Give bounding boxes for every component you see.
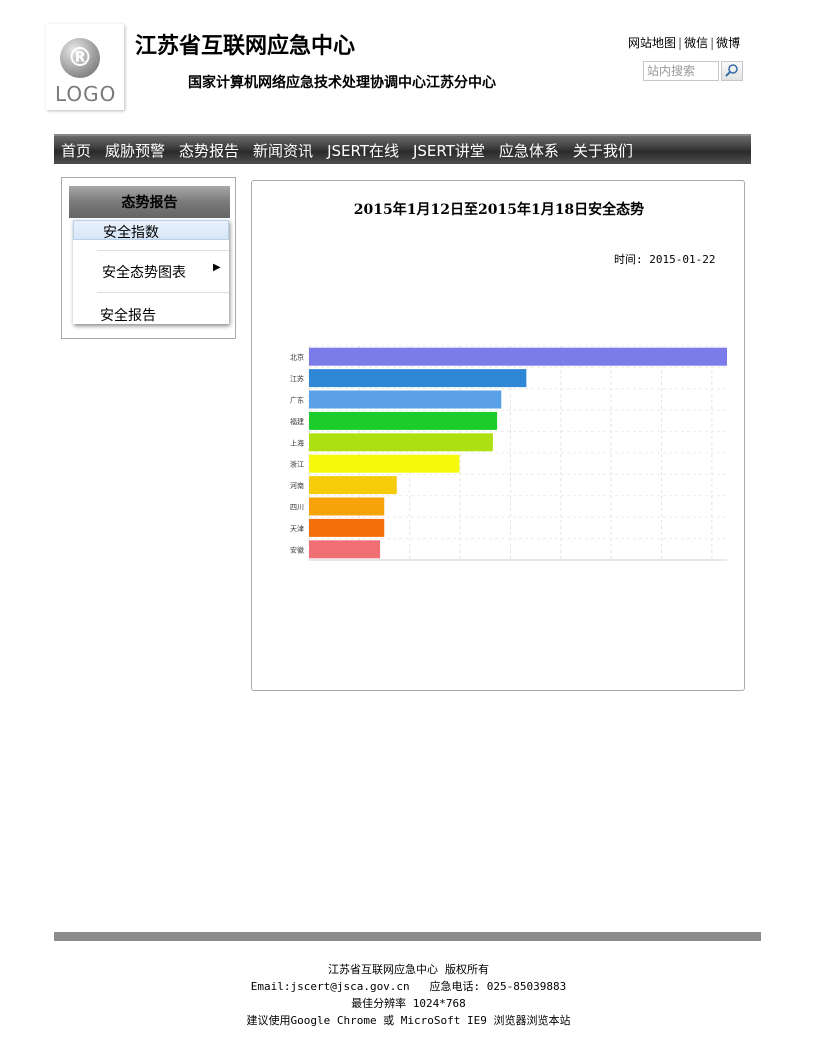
sidebar: 态势报告 安全指数 安全态势图表 ▶ 安全报告 <box>61 177 236 339</box>
main-nav: 首页 威胁预警 态势报告 新闻资讯 JSERT在线 JSERT讲堂 应急体系 关… <box>54 134 751 164</box>
bar-2 <box>309 369 527 388</box>
footer-resolution: 最佳分辨率 1024*768 <box>351 997 466 1010</box>
nav-jsert-online[interactable]: JSERT在线 <box>320 140 406 161</box>
y-tick-label: 上海 <box>290 438 304 447</box>
site-title: 江苏省互联网应急中心 <box>135 33 356 59</box>
y-tick-label: 河南 <box>290 481 304 490</box>
sidebar-item-security-report[interactable]: 安全报告 <box>73 292 229 332</box>
bar-1 <box>309 347 727 366</box>
bar-10 <box>309 540 381 559</box>
footer-contact: Email:jscert@jsca.gov.cn 应急电话: 025-85039… <box>250 980 567 993</box>
y-tick-label: 浙江 <box>290 460 304 469</box>
y-tick-label: 天津 <box>290 525 304 533</box>
sidebar-menu: 安全指数 安全态势图表 ▶ 安全报告 <box>73 220 229 324</box>
footer: 江苏省互联网应急中心 版权所有 Email:jscert@jsca.gov.cn… <box>0 961 817 1029</box>
top-links: 网站地图 | 微信 | 微博 <box>628 34 740 51</box>
nav-threat-warning[interactable]: 威胁预警 <box>98 140 172 161</box>
y-tick-label: 广东 <box>290 396 304 405</box>
time-label: 时间: <box>614 253 643 266</box>
bar-chart: 北京江苏广东福建上海浙江河南四川天津安徽 <box>290 345 727 561</box>
sidebar-item-situation-charts[interactable]: 安全态势图表 ▶ <box>73 250 229 290</box>
sidebar-item-label: 安全态势图表 <box>102 265 186 281</box>
bar-5 <box>309 433 493 452</box>
link-separator: | <box>678 36 683 50</box>
bar-7 <box>309 476 397 495</box>
footer-divider <box>54 932 761 941</box>
nav-situation-report[interactable]: 态势报告 <box>172 140 246 161</box>
footer-browser: 建议使用Google Chrome 或 MicroSoft IE9 浏览器浏览本… <box>246 1014 571 1027</box>
sidebar-title: 态势报告 <box>69 186 230 218</box>
footer-copyright: 江苏省互联网应急中心 版权所有 <box>328 963 489 976</box>
logo-text: LOGO <box>55 82 117 106</box>
weibo-link[interactable]: 微博 <box>716 36 740 50</box>
bar-4 <box>309 411 498 430</box>
content-panel: 2015年1月12日至2015年1月18日安全态势 时间: 2015-01-22… <box>251 180 745 691</box>
y-tick-label: 福建 <box>290 417 304 426</box>
report-title: 2015年1月12日至2015年1月18日安全态势 <box>353 202 645 218</box>
report-time: 时间: 2015-01-22 <box>614 251 715 267</box>
nav-emergency-system[interactable]: 应急体系 <box>492 140 566 161</box>
bar-8 <box>309 497 385 516</box>
sidebar-item-label: 安全指数 <box>103 225 159 241</box>
search-icon <box>725 64 738 77</box>
nav-jsert-lecture[interactable]: JSERT讲堂 <box>406 140 492 161</box>
sidebar-item-label: 安全报告 <box>100 308 156 324</box>
caret-right-icon: ▶ <box>213 262 221 273</box>
nav-news[interactable]: 新闻资讯 <box>246 140 320 161</box>
bar-9 <box>309 518 385 537</box>
logo[interactable]: ® LOGO <box>46 24 124 110</box>
y-tick-label: 四川 <box>290 504 304 512</box>
bar-6 <box>309 454 460 473</box>
link-separator: | <box>710 36 715 50</box>
search-input[interactable] <box>643 61 719 81</box>
nav-home[interactable]: 首页 <box>54 140 98 161</box>
y-tick-label: 安徽 <box>290 545 304 554</box>
y-tick-label: 北京 <box>290 353 304 362</box>
y-tick-label: 江苏 <box>290 374 304 383</box>
sidebar-item-security-index[interactable]: 安全指数 <box>73 220 229 241</box>
bar-3 <box>309 390 502 409</box>
registered-mark-icon: ® <box>60 38 100 78</box>
search-button[interactable] <box>721 61 743 81</box>
site-subtitle: 国家计算机网络应急技术处理协调中心江苏分中心 <box>188 75 496 91</box>
time-value: 2015-01-22 <box>649 253 716 266</box>
nav-about-us[interactable]: 关于我们 <box>566 140 640 161</box>
wechat-link[interactable]: 微信 <box>684 36 708 50</box>
sitemap-link[interactable]: 网站地图 <box>628 36 676 50</box>
